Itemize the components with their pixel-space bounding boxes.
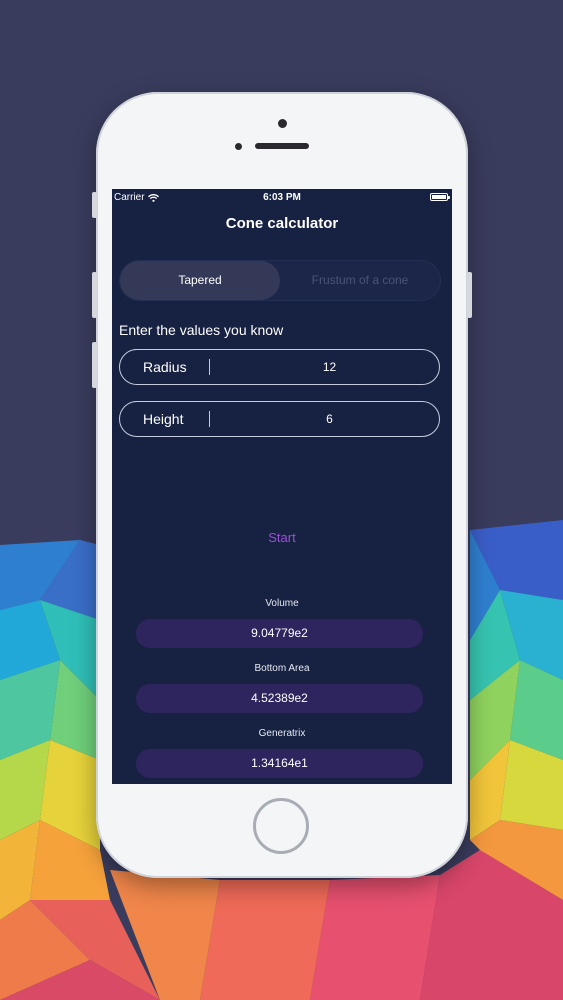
field-divider (209, 359, 210, 375)
generatrix-result: 1.34164e1 (136, 749, 423, 778)
bottom-area-label: Bottom Area (254, 663, 310, 674)
front-camera (278, 119, 287, 128)
field-divider (209, 411, 210, 427)
height-input[interactable]: 6 (230, 402, 429, 436)
battery-icon (430, 193, 450, 201)
start-button[interactable]: Start (112, 530, 452, 545)
earpiece-speaker (255, 143, 309, 149)
volume-down-button (92, 342, 97, 388)
volume-result: 9.04779e2 (136, 619, 423, 648)
page-title: Cone calculator (225, 215, 339, 232)
radius-input[interactable]: 12 (230, 350, 429, 384)
segment-tapered[interactable]: Tapered (120, 261, 280, 300)
home-button[interactable] (253, 798, 309, 854)
bottom-area-result: 4.52389e2 (136, 684, 423, 713)
radius-field[interactable]: Radius 12 (119, 349, 440, 385)
volume-up-button (92, 272, 97, 318)
status-bar: Carrier 6:03 PM (112, 189, 452, 205)
mute-switch (92, 192, 97, 218)
height-label: Height (143, 411, 184, 427)
radius-label: Radius (143, 359, 187, 375)
height-field[interactable]: Height 6 (119, 401, 440, 437)
proximity-sensor (235, 143, 242, 150)
cone-type-segmented-control: Tapered Frustum of a cone (119, 260, 441, 301)
generatrix-label: Generatrix (258, 728, 306, 739)
status-time: 6:03 PM (263, 192, 301, 203)
segment-frustum[interactable]: Frustum of a cone (280, 261, 440, 300)
volume-label: Volume (265, 598, 299, 609)
values-prompt: Enter the values you know (119, 322, 284, 338)
power-button (467, 272, 472, 318)
app-screen: Carrier 6:03 PM Cone calculator Tapered … (112, 189, 452, 784)
